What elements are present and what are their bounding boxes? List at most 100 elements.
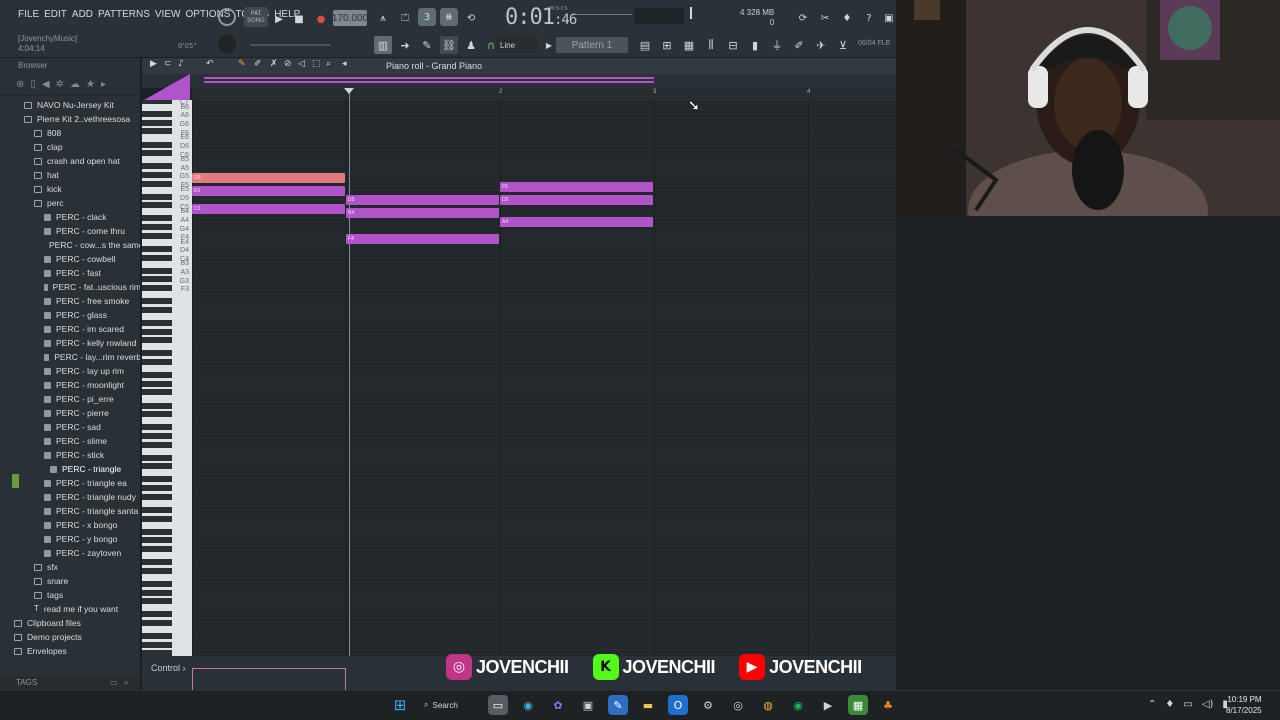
menu-edit[interactable]: EDIT — [44, 9, 67, 20]
black-key[interactable] — [142, 506, 172, 513]
black-key[interactable] — [142, 432, 172, 439]
black-key[interactable] — [142, 372, 172, 379]
black-key[interactable] — [142, 298, 172, 305]
master-slider[interactable] — [250, 44, 330, 46]
black-key[interactable] — [142, 485, 172, 492]
black-key[interactable] — [142, 389, 172, 396]
browser-button[interactable]: ⊟ — [724, 36, 742, 54]
browser-file[interactable]: PERC - x bongo — [0, 518, 140, 532]
black-key[interactable] — [142, 441, 172, 448]
black-key[interactable] — [142, 337, 172, 344]
tempo-display[interactable]: 170.000 — [332, 10, 368, 26]
black-key[interactable] — [142, 119, 172, 126]
midi-note[interactable]: E5 — [192, 186, 345, 197]
black-key[interactable] — [142, 633, 172, 640]
paint-tool-icon[interactable]: ✐ — [254, 59, 262, 69]
black-key[interactable] — [142, 411, 172, 418]
black-key[interactable] — [142, 276, 172, 283]
browser-folder[interactable]: Demo projects — [0, 630, 140, 644]
black-key[interactable] — [142, 171, 172, 178]
browser-folder[interactable]: NAVO Nu-Jersey Kit — [0, 98, 140, 112]
browser-file[interactable]: PERC - triangle nudy — [0, 490, 140, 504]
steam-icon[interactable]: ⚙ — [698, 695, 718, 715]
midi-note[interactable]: C5 — [192, 203, 345, 214]
black-key[interactable] — [142, 546, 172, 553]
spotify-icon[interactable]: ◉ — [788, 695, 808, 715]
cut-button[interactable]: ✂ — [816, 9, 834, 27]
playback-tool-icon[interactable]: ◂ — [342, 59, 347, 69]
step-edit-button[interactable]: ⧻ — [440, 8, 458, 26]
edge-icon[interactable]: ◉ — [518, 695, 538, 715]
black-key[interactable] — [142, 559, 172, 566]
piano-roll-overview[interactable] — [142, 74, 896, 100]
browser-folder[interactable]: snare — [0, 574, 140, 588]
control-selector[interactable]: Control › — [151, 663, 186, 673]
pattern-selector[interactable]: Pattern 1 — [556, 37, 628, 53]
mixer-button[interactable]: ⫼ — [702, 36, 720, 54]
pat-song-toggle[interactable]: PAT SONG — [244, 7, 268, 27]
black-key[interactable] — [142, 254, 172, 261]
browser-file[interactable]: PERC - im scared — [0, 322, 140, 336]
network-icon[interactable]: ▭ — [1183, 699, 1192, 710]
minecraft-icon[interactable]: ▦ — [848, 695, 868, 715]
browser-back-icon[interactable]: ◀ — [42, 79, 50, 90]
midi-note[interactable]: F4 — [346, 234, 499, 245]
black-key[interactable] — [142, 515, 172, 522]
browser-collapse-icon[interactable]: ▭ — [110, 676, 118, 690]
browser-folder[interactable]: Envelopes — [0, 644, 140, 658]
browser-star-icon[interactable]: ★ — [86, 79, 95, 90]
black-key[interactable] — [142, 128, 172, 135]
black-key[interactable] — [142, 180, 172, 187]
browser-file[interactable]: PERC - come thru — [0, 224, 140, 238]
midi-note[interactable]: G5 — [192, 173, 345, 184]
stamp-tool-icon[interactable]: ♪ — [178, 59, 184, 69]
browser-folder[interactable]: crash and open hat — [0, 154, 140, 168]
midi-button[interactable]: ✈ — [812, 36, 830, 54]
browser-file[interactable]: PERC - lay up rim — [0, 364, 140, 378]
channel-rack-button[interactable]: ⊞ — [658, 36, 676, 54]
black-key[interactable] — [142, 224, 172, 231]
browser-file[interactable]: PERC - pierre — [0, 406, 140, 420]
time-ruler[interactable]: 2345 — [192, 88, 964, 100]
browser-file[interactable]: PERC - triangle — [0, 462, 140, 476]
delete-tool-icon[interactable]: ✗ — [270, 59, 278, 69]
black-key[interactable] — [142, 598, 172, 605]
browser-file[interactable]: PERC - pi_erre — [0, 392, 140, 406]
taskbar-clock[interactable]: 10:19 PM 8/17/2025 — [1226, 694, 1262, 716]
plugin-db-button[interactable]: ▮ — [746, 36, 764, 54]
browser-file[interactable]: PERC - moonlight — [0, 378, 140, 392]
browser-file[interactable]: PERC - clack — [0, 210, 140, 224]
loop-record-button[interactable]: ⟲ — [462, 9, 480, 27]
playhead-marker[interactable] — [344, 88, 354, 94]
browser-search-icon[interactable]: ⌕ — [124, 676, 128, 690]
midi-note[interactable]: D5 — [346, 195, 499, 206]
black-key[interactable] — [142, 245, 172, 252]
windows-start-icon[interactable]: ⊞ — [390, 695, 410, 715]
fl-studio-icon[interactable]: ♣ — [878, 695, 898, 715]
obs-icon[interactable]: ◎ — [728, 695, 748, 715]
browser-gear-icon[interactable]: ✲ — [56, 79, 64, 90]
media-player-icon[interactable]: ▶ — [818, 695, 838, 715]
black-key[interactable] — [142, 402, 172, 409]
metronome-button[interactable]: ⩚ — [374, 9, 392, 27]
copilot-icon[interactable]: ✿ — [548, 695, 568, 715]
velocity-lane[interactable] — [192, 668, 346, 690]
browser-file[interactable]: PERC - fat..uscious rim — [0, 280, 140, 294]
black-key[interactable] — [142, 589, 172, 596]
notepad-icon[interactable]: ✎ — [608, 695, 628, 715]
midi-note[interactable]: F5 — [500, 182, 653, 192]
browser-file[interactable]: PERC - free smoke — [0, 294, 140, 308]
browser-folder[interactable]: tags — [0, 588, 140, 602]
chrome-icon[interactable]: ◍ — [758, 695, 778, 715]
browser-file[interactable]: PERC - y bongo — [0, 532, 140, 546]
black-key[interactable] — [142, 100, 172, 104]
browser-file[interactable]: PERC - cow...s the same — [0, 238, 140, 252]
store-icon[interactable]: ▣ — [578, 695, 598, 715]
browser-folder[interactable]: Pierre Kit 2..vethreesosa — [0, 112, 140, 126]
black-key[interactable] — [142, 232, 172, 239]
help-button[interactable]: ? — [860, 9, 878, 27]
black-key[interactable] — [142, 202, 172, 209]
wait-record-button[interactable]: ⏍ — [396, 9, 414, 27]
slice-tool-icon[interactable]: ◁ — [298, 59, 305, 69]
black-key[interactable] — [142, 193, 172, 200]
